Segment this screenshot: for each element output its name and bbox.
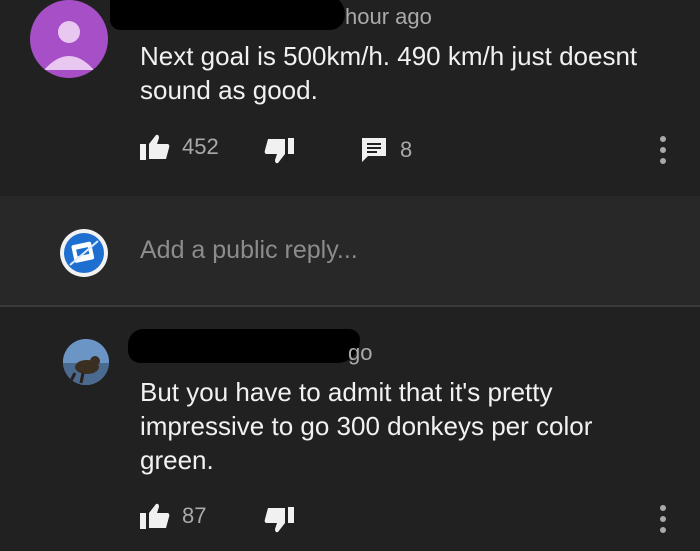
avatar-icon — [44, 21, 94, 70]
avatar[interactable] — [63, 339, 109, 385]
avatar[interactable] — [30, 0, 108, 78]
comment-timestamp: go — [348, 340, 373, 365]
replies-button[interactable]: 8 — [360, 136, 412, 164]
comment-timestamp: hour ago — [345, 4, 432, 29]
comment-text: Next goal is 500km/h. 490 km/h just does… — [140, 41, 638, 105]
thumbs-down-icon — [264, 138, 294, 164]
reply-box: Add a public reply... — [0, 196, 700, 305]
redacted-author — [128, 329, 360, 363]
like-count: 452 — [182, 134, 219, 159]
more-vert-icon[interactable] — [660, 136, 666, 169]
comment-1: hour ago Next goal is 500km/h. 490 km/h … — [0, 0, 700, 196]
like-count: 87 — [182, 503, 207, 528]
more-vert-icon[interactable] — [660, 505, 666, 538]
reply-count: 8 — [400, 137, 413, 162]
redacted-author — [110, 0, 345, 30]
thumbs-up-icon — [140, 503, 170, 529]
dislike-button[interactable] — [264, 138, 294, 164]
avatar-icon — [63, 339, 109, 385]
reply-icon — [362, 138, 386, 162]
comment-text: But you have to admit that it's pretty i… — [140, 377, 593, 475]
thumbs-up-icon — [140, 134, 170, 160]
thumbs-down-icon — [264, 507, 294, 533]
like-button[interactable]: 87 — [140, 503, 206, 529]
comment-2: go But you have to admit that it's prett… — [0, 307, 700, 551]
avatar — [60, 229, 108, 277]
like-button[interactable]: 452 — [140, 134, 219, 160]
reply-input[interactable]: Add a public reply... — [140, 236, 358, 265]
avatar-icon — [64, 233, 104, 273]
dislike-button[interactable] — [264, 507, 294, 533]
